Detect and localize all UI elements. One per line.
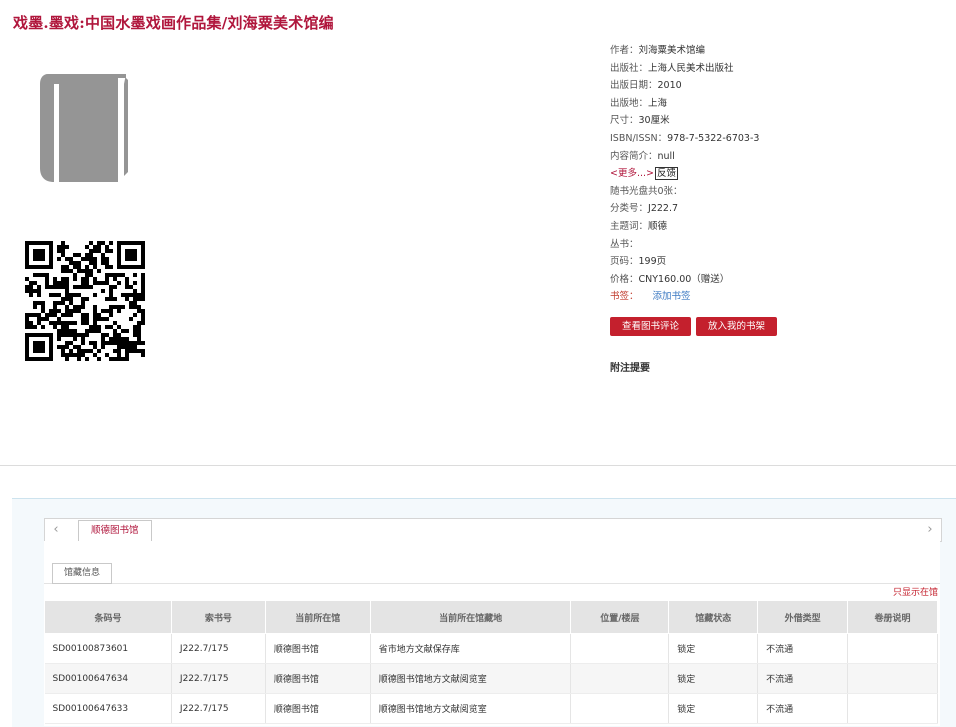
- action-buttons: 查看图书评论 放入我的书架: [610, 314, 782, 336]
- detail-value: 上海: [648, 97, 668, 109]
- table-cell: SD00100647633: [44, 693, 172, 724]
- detail-label: 作者：: [610, 45, 639, 56]
- view-reviews-button[interactable]: 查看图书评论: [610, 317, 691, 336]
- extra-row: 价格：CNY160.00（赠送）: [610, 274, 950, 292]
- table-cell: 不流通: [757, 633, 849, 664]
- column-header: 条码号: [44, 600, 172, 634]
- detail-row: 出版地：上海: [610, 98, 950, 116]
- tab-shunde-library[interactable]: 顺德图书馆: [78, 520, 152, 542]
- column-header: 当前所在馆藏地: [369, 600, 572, 634]
- extra-label: 主题词：: [610, 220, 649, 232]
- detail-row: 出版社：上海人民美术出版社: [610, 63, 950, 81]
- detail-value: 刘海粟美术馆编: [638, 45, 706, 56]
- detail-row: 尺寸：30厘米: [610, 115, 950, 133]
- extra-label: 页码：: [610, 256, 639, 268]
- table-cell: 顺德图书馆地方文献阅览室: [370, 693, 572, 724]
- detail-label: 出版地：: [610, 97, 649, 109]
- bookmark-row: 书签： 添加书签: [610, 291, 950, 309]
- table-cell: [570, 633, 670, 664]
- extra-row: 页码：199页: [610, 256, 950, 274]
- table-cell: 顺德图书馆: [265, 693, 371, 724]
- book-details: 作者：刘海粟美术馆编 出版社：上海人民美术出版社 出版日期：2010 出版地：上海 尺寸…: [610, 45, 950, 309]
- book-icon: [40, 74, 128, 182]
- extra-label: 分类号：: [610, 203, 649, 215]
- detail-row: 出版日期：2010: [610, 80, 950, 98]
- subtab-divider: [44, 583, 940, 584]
- table-cell: J222.7/175: [171, 693, 266, 724]
- extra-label: 随书光盘共0张：: [610, 185, 683, 197]
- detail-value: 30厘米: [638, 115, 670, 127]
- table-cell: 顺德图书馆地方文献阅览室: [370, 663, 572, 694]
- table-cell: 锁定: [668, 693, 759, 724]
- table-cell: [570, 663, 670, 694]
- library-tab-bar: ‹ 顺德图书馆 ›: [44, 518, 942, 542]
- add-bookmark-link[interactable]: 添加书签: [653, 291, 691, 302]
- table-cell: 不流通: [757, 663, 849, 694]
- extra-value: 199页: [638, 256, 667, 268]
- extra-row: 分类号：J222.7: [610, 203, 950, 221]
- table-cell: SD00100873601: [44, 633, 172, 664]
- detail-label: 出版日期：: [610, 80, 658, 92]
- detail-row: ISBN/ISSN：978-7-5322-6703-3: [610, 133, 950, 151]
- column-header: 卷册说明: [847, 600, 938, 634]
- table-cell: 顺德图书馆: [265, 663, 371, 694]
- more-link[interactable]: <更多...>: [610, 168, 654, 179]
- extra-label: 丛书：: [610, 238, 639, 250]
- table-cell: 锁定: [668, 663, 759, 694]
- holdings-table: 条码号 索书号 当前所在馆 当前所在馆藏地 位置/楼层 馆藏状态 外借类型 卷册说明 SD00…: [44, 600, 938, 724]
- table-cell: SD00100647634: [44, 663, 172, 694]
- tab-holdings-info[interactable]: 馆藏信息: [52, 563, 113, 584]
- detail-label: ISBN/ISSN：: [610, 132, 668, 144]
- extra-row: 主题词：顺德: [610, 221, 950, 239]
- table-row: SD00100647633 J222.7/175 顺德图书馆 顺德图书馆地方文献阅览室…: [44, 693, 938, 724]
- extra-value: CNY160.00（赠送）: [638, 273, 730, 285]
- detail-value: 2010: [657, 80, 682, 92]
- detail-row: 作者：刘海粟美术馆编: [610, 45, 950, 63]
- table-cell: 锁定: [668, 633, 759, 664]
- table-row: SD00100647634 J222.7/175 顺德图书馆 顺德图书馆地方文献阅览室…: [44, 663, 938, 694]
- book-title: 戏墨.墨戏:中国水墨戏画作品集/刘海粟美术馆编: [13, 14, 334, 32]
- detail-value: null: [657, 150, 675, 162]
- detail-value: 978-7-5322-6703-3: [667, 132, 760, 144]
- extra-row: 丛书：: [610, 239, 950, 257]
- bookmark-label: 书签：: [610, 291, 639, 303]
- extra-label: 价格：: [610, 273, 639, 285]
- divider: [0, 465, 956, 466]
- detail-label: 内容简介：: [610, 150, 658, 162]
- only-show-available-link[interactable]: 只显示在馆: [893, 585, 938, 598]
- table-cell: J222.7/175: [171, 663, 266, 694]
- detail-label: 出版社：: [610, 62, 649, 74]
- detail-label: 尺寸：: [610, 115, 639, 127]
- note-heading: 附注提要: [610, 363, 650, 374]
- column-header: 外借类型: [757, 600, 849, 634]
- table-cell: J222.7/175: [171, 633, 266, 664]
- chevron-right-icon[interactable]: ›: [919, 519, 941, 541]
- qr-code: [25, 241, 145, 361]
- extra-value: 顺德: [648, 220, 668, 232]
- table-cell: [847, 693, 938, 724]
- add-to-shelf-button[interactable]: 放入我的书架: [696, 317, 777, 336]
- extra-value: J222.7: [648, 203, 679, 215]
- column-header: 位置/楼层: [570, 600, 670, 634]
- table-cell: [570, 693, 670, 724]
- table-cell: 不流通: [757, 693, 849, 724]
- more-row: <更多...> 反馈: [610, 167, 950, 186]
- table-cell: [847, 633, 938, 664]
- chevron-left-icon[interactable]: ‹: [45, 519, 67, 541]
- detail-value: 上海人民美术出版社: [648, 62, 734, 74]
- table-cell: [847, 663, 938, 694]
- column-header: 当前所在馆: [264, 600, 371, 634]
- detail-row: 内容简介：null: [610, 151, 950, 169]
- column-header: 索书号: [170, 600, 266, 634]
- table-cell: 省市地方文献保存库: [370, 633, 572, 664]
- table-cell: 顺德图书馆: [265, 633, 371, 664]
- extra-row: 随书光盘共0张：: [610, 186, 950, 204]
- feedback-link[interactable]: 反馈: [654, 167, 678, 181]
- column-header: 馆藏状态: [668, 600, 759, 634]
- table-row: SD00100873601 J222.7/175 顺德图书馆 省市地方文献保存库 锁定不…: [44, 633, 938, 664]
